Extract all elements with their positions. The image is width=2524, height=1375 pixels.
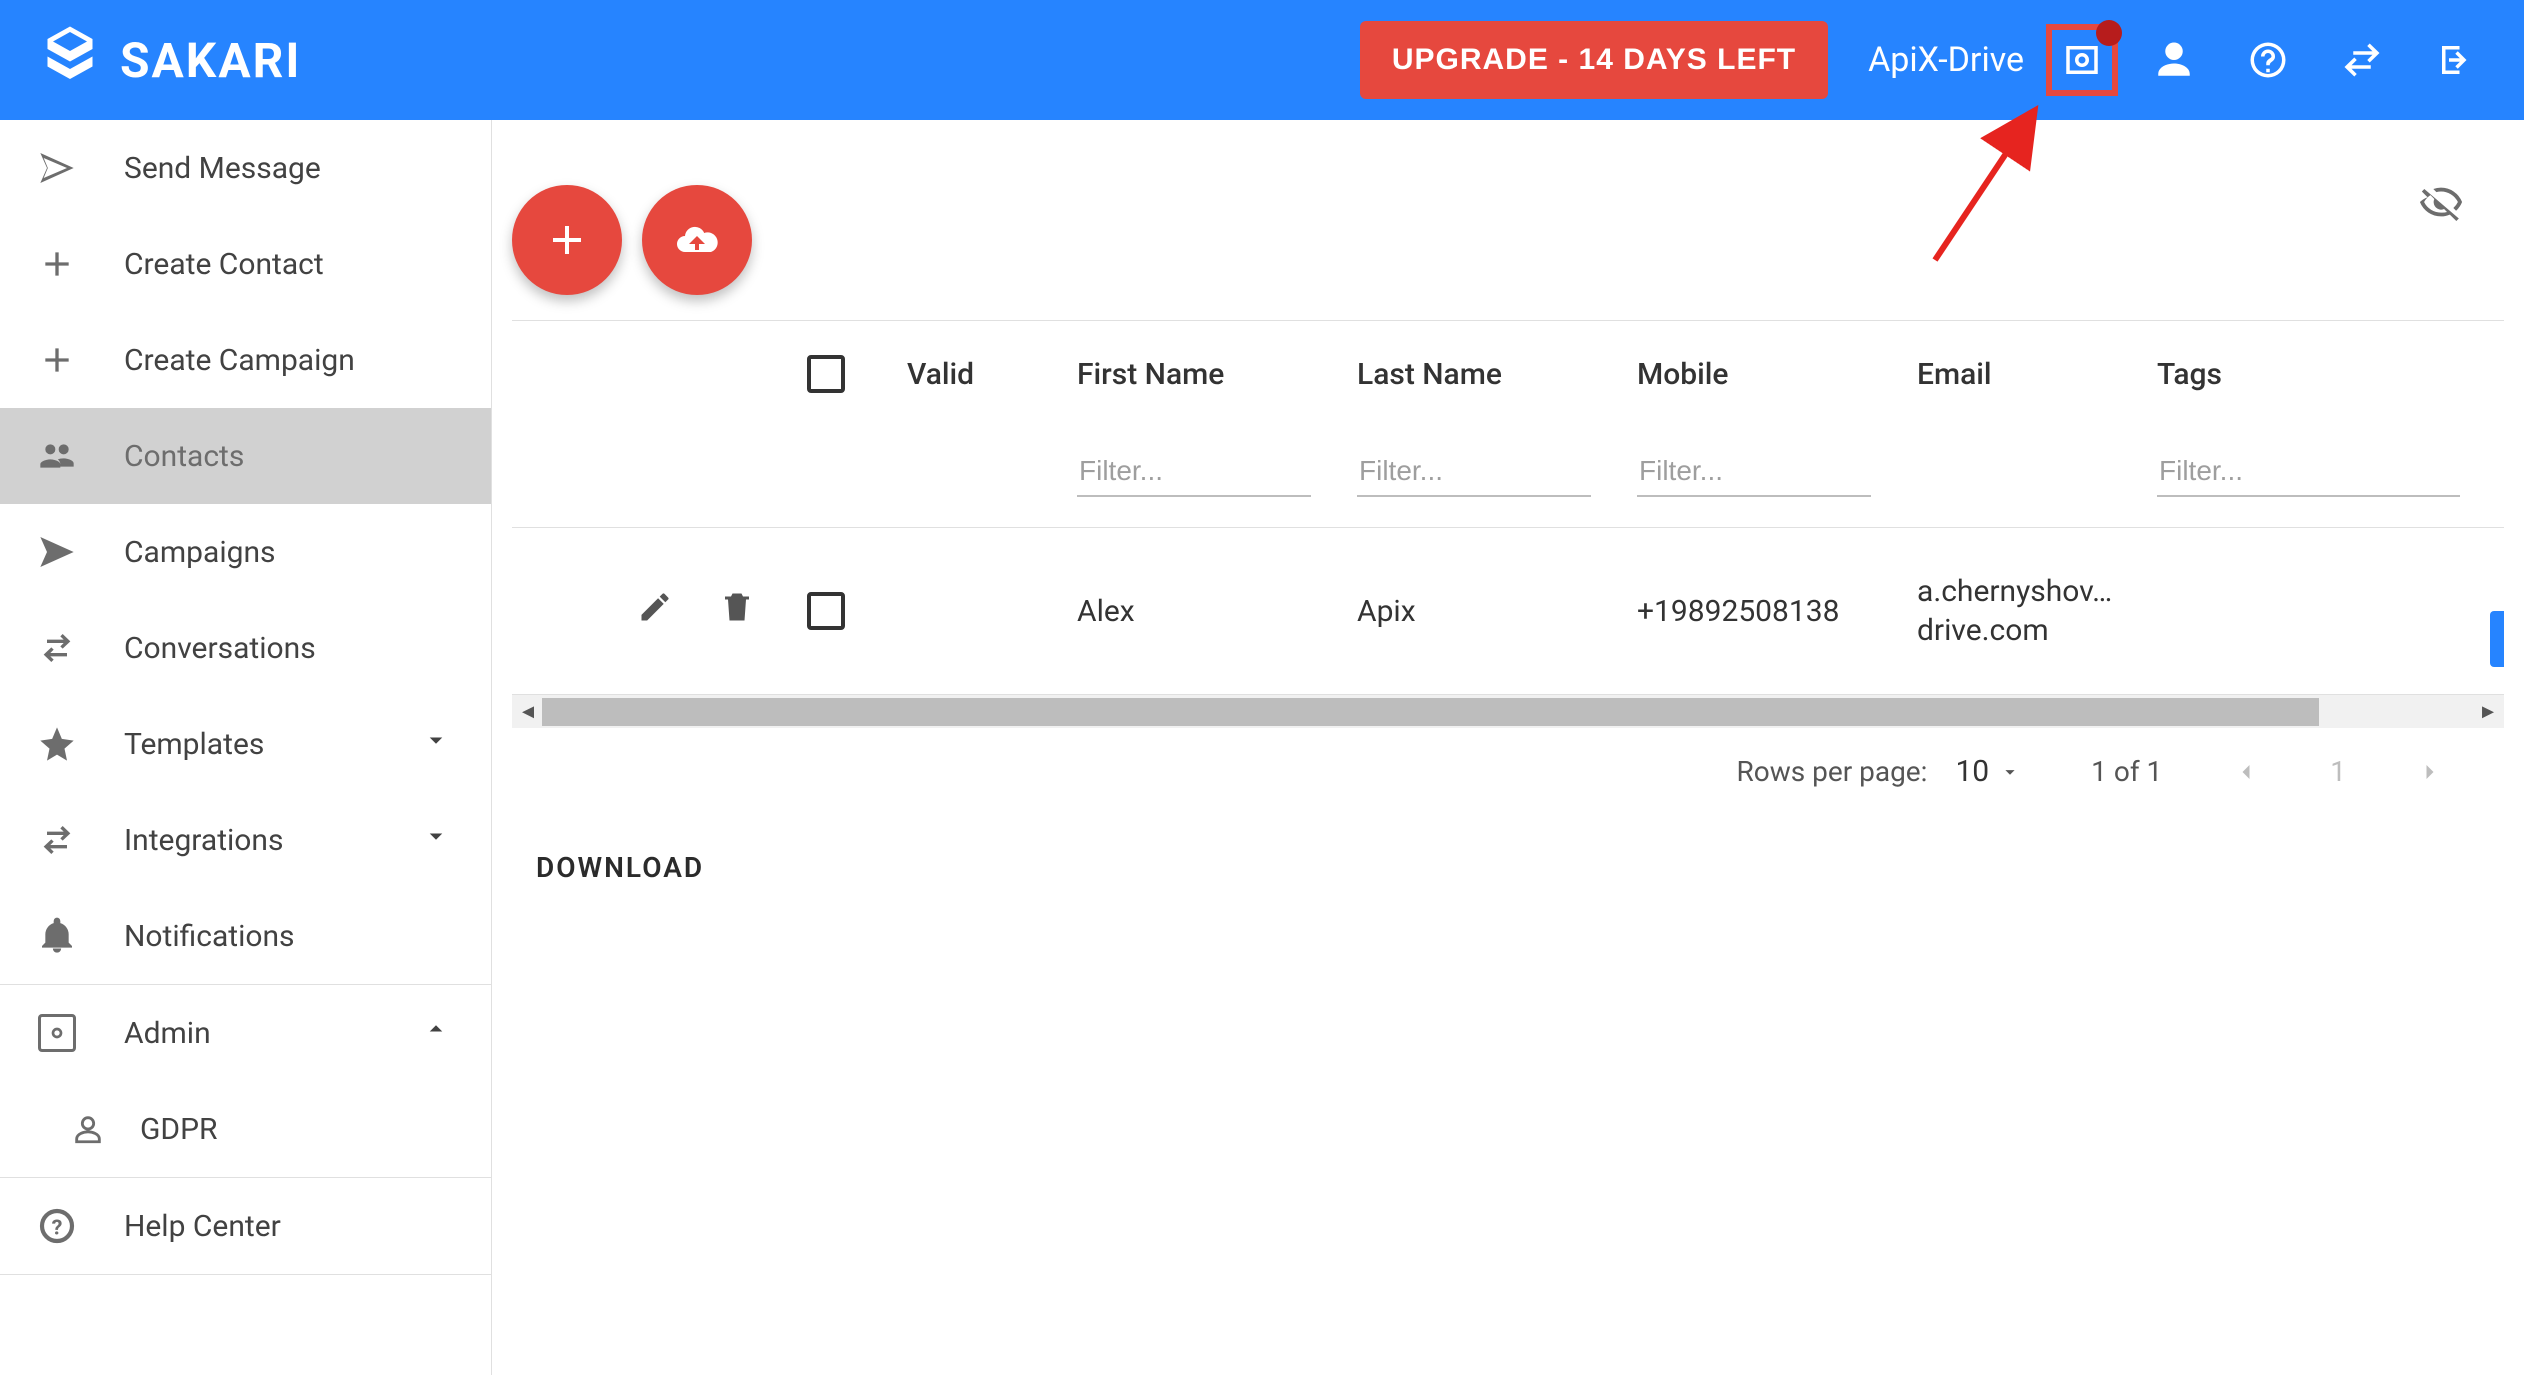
cell-valid bbox=[897, 528, 1067, 694]
sidebar-item-admin[interactable]: Admin bbox=[0, 985, 491, 1081]
account-name[interactable]: ApiX-Drive bbox=[1868, 40, 2024, 80]
swap-icon[interactable] bbox=[2334, 32, 2390, 88]
main-content: Valid First Name Last Name Mobile Email … bbox=[492, 120, 2524, 1375]
sidebar-item-label: Create Campaign bbox=[124, 343, 355, 378]
sidebar-item-label: Campaigns bbox=[124, 535, 276, 570]
sidebar-item-label: Conversations bbox=[124, 631, 316, 666]
edit-icon[interactable] bbox=[637, 589, 673, 633]
sidebar-item-label: Help Center bbox=[124, 1209, 281, 1244]
send-icon bbox=[36, 147, 78, 189]
profile-icon[interactable] bbox=[2146, 32, 2202, 88]
brand-logo-icon bbox=[40, 24, 100, 96]
plus-icon bbox=[36, 339, 78, 381]
help-icon[interactable] bbox=[2240, 32, 2296, 88]
page-number: 1 bbox=[2330, 755, 2346, 788]
sidebar-sub-gdpr[interactable]: GDPR bbox=[0, 1081, 491, 1177]
download-button[interactable]: DOWNLOAD bbox=[536, 851, 704, 884]
filter-mobile[interactable] bbox=[1637, 447, 1871, 497]
sidebar-item-conversations[interactable]: Conversations bbox=[0, 600, 491, 696]
people-icon bbox=[36, 435, 78, 477]
fab-add-button[interactable] bbox=[512, 185, 622, 295]
logout-icon[interactable] bbox=[2428, 32, 2484, 88]
scroll-thumb[interactable] bbox=[542, 698, 2319, 726]
cloud-upload-icon bbox=[673, 216, 721, 264]
brand-name: SAKARI bbox=[120, 32, 301, 89]
sidebar-sub-label: GDPR bbox=[140, 1112, 218, 1147]
sidebar-item-create-campaign[interactable]: Create Campaign bbox=[0, 312, 491, 408]
scroll-left-arrow-icon[interactable]: ◄ bbox=[518, 699, 538, 724]
sidebar-item-label: Create Contact bbox=[124, 247, 324, 282]
plus-icon bbox=[543, 216, 591, 264]
send-icon bbox=[36, 531, 78, 573]
help-outline-icon: ? bbox=[36, 1205, 78, 1247]
col-header-first-name[interactable]: First Name bbox=[1067, 321, 1347, 427]
select-all-checkbox[interactable] bbox=[807, 355, 845, 393]
filter-row bbox=[512, 427, 2504, 527]
contacts-table: Valid First Name Last Name Mobile Email … bbox=[512, 320, 2504, 694]
pagination: Rows per page: 10 1 of 1 1 bbox=[512, 728, 2504, 815]
sidebar-item-send-message[interactable]: Send Message bbox=[0, 120, 491, 216]
fab-upload-button[interactable] bbox=[642, 185, 752, 295]
sidebar-item-create-contact[interactable]: Create Contact bbox=[0, 216, 491, 312]
sidebar-item-label: Admin bbox=[124, 1016, 211, 1051]
cell-last-name: Apix bbox=[1347, 528, 1627, 694]
svg-text:?: ? bbox=[52, 1215, 63, 1240]
chevron-down-icon bbox=[421, 821, 451, 859]
sidebar-item-templates[interactable]: Templates bbox=[0, 696, 491, 792]
bell-icon bbox=[36, 915, 78, 957]
table-row[interactable]: Alex Apix +19892508138 a.chernyshov… dri… bbox=[512, 528, 2504, 694]
sidebar-item-notifications[interactable]: Notifications bbox=[0, 888, 491, 984]
settings-gear-highlighted[interactable] bbox=[2046, 24, 2118, 96]
scroll-track[interactable] bbox=[542, 698, 2474, 726]
chevron-up-icon bbox=[421, 1014, 451, 1052]
sidebar-item-label: Send Message bbox=[124, 151, 321, 186]
admin-gear-icon bbox=[36, 1012, 78, 1054]
cell-email: a.chernyshov… drive.com bbox=[1907, 528, 2147, 694]
rows-per-page-select[interactable]: 10 bbox=[1955, 754, 2021, 789]
rows-per-page-label: Rows per page: bbox=[1736, 755, 1927, 788]
sidebar-item-campaigns[interactable]: Campaigns bbox=[0, 504, 491, 600]
row-drag-handle-icon[interactable] bbox=[2490, 611, 2504, 667]
col-header-email[interactable]: Email bbox=[1907, 321, 2147, 427]
star-icon bbox=[36, 723, 78, 765]
sidebar-item-integrations[interactable]: Integrations bbox=[0, 792, 491, 888]
delete-icon[interactable] bbox=[719, 589, 755, 633]
col-header-tags[interactable]: Tags bbox=[2147, 321, 2504, 427]
col-header-valid[interactable]: Valid bbox=[897, 321, 1067, 427]
row-checkbox[interactable] bbox=[807, 592, 845, 630]
filter-tags[interactable] bbox=[2157, 447, 2460, 497]
brand[interactable]: SAKARI bbox=[40, 24, 301, 96]
page-range: 1 of 1 bbox=[2091, 755, 2162, 788]
topbar: SAKARI UPGRADE - 14 DAYS LEFT ApiX-Drive bbox=[0, 0, 2524, 120]
horizontal-scrollbar[interactable]: ◄ ► bbox=[512, 694, 2504, 728]
page-prev-icon[interactable] bbox=[2232, 758, 2260, 786]
sidebar-item-label: Contacts bbox=[124, 439, 244, 474]
sidebar-item-label: Templates bbox=[124, 727, 264, 762]
sidebar-item-label: Integrations bbox=[124, 823, 283, 858]
sidebar: Send Message Create Contact Create Campa… bbox=[0, 120, 492, 1375]
cell-first-name: Alex bbox=[1067, 528, 1347, 694]
person-outline-icon bbox=[70, 1111, 106, 1147]
upgrade-button[interactable]: UPGRADE - 14 DAYS LEFT bbox=[1360, 21, 1828, 99]
cell-mobile: +19892508138 bbox=[1627, 528, 1907, 694]
sidebar-item-contacts[interactable]: Contacts bbox=[0, 408, 491, 504]
plus-icon bbox=[36, 243, 78, 285]
col-header-mobile[interactable]: Mobile bbox=[1627, 321, 1907, 427]
filter-first-name[interactable] bbox=[1077, 447, 1311, 497]
scroll-right-arrow-icon[interactable]: ► bbox=[2478, 699, 2498, 724]
settings-gear-icon[interactable] bbox=[2054, 32, 2110, 88]
chevron-down-icon bbox=[1999, 761, 2021, 783]
chevron-down-icon bbox=[421, 725, 451, 763]
sidebar-item-label: Notifications bbox=[124, 919, 295, 954]
table-header-row: Valid First Name Last Name Mobile Email … bbox=[512, 321, 2504, 427]
col-header-last-name[interactable]: Last Name bbox=[1347, 321, 1627, 427]
sidebar-item-help-center[interactable]: ? Help Center bbox=[0, 1178, 491, 1274]
topbar-icons bbox=[2146, 32, 2484, 88]
swap-small-icon bbox=[36, 819, 78, 861]
filter-last-name[interactable] bbox=[1357, 447, 1591, 497]
swap-small-icon bbox=[36, 627, 78, 669]
page-next-icon[interactable] bbox=[2416, 758, 2444, 786]
